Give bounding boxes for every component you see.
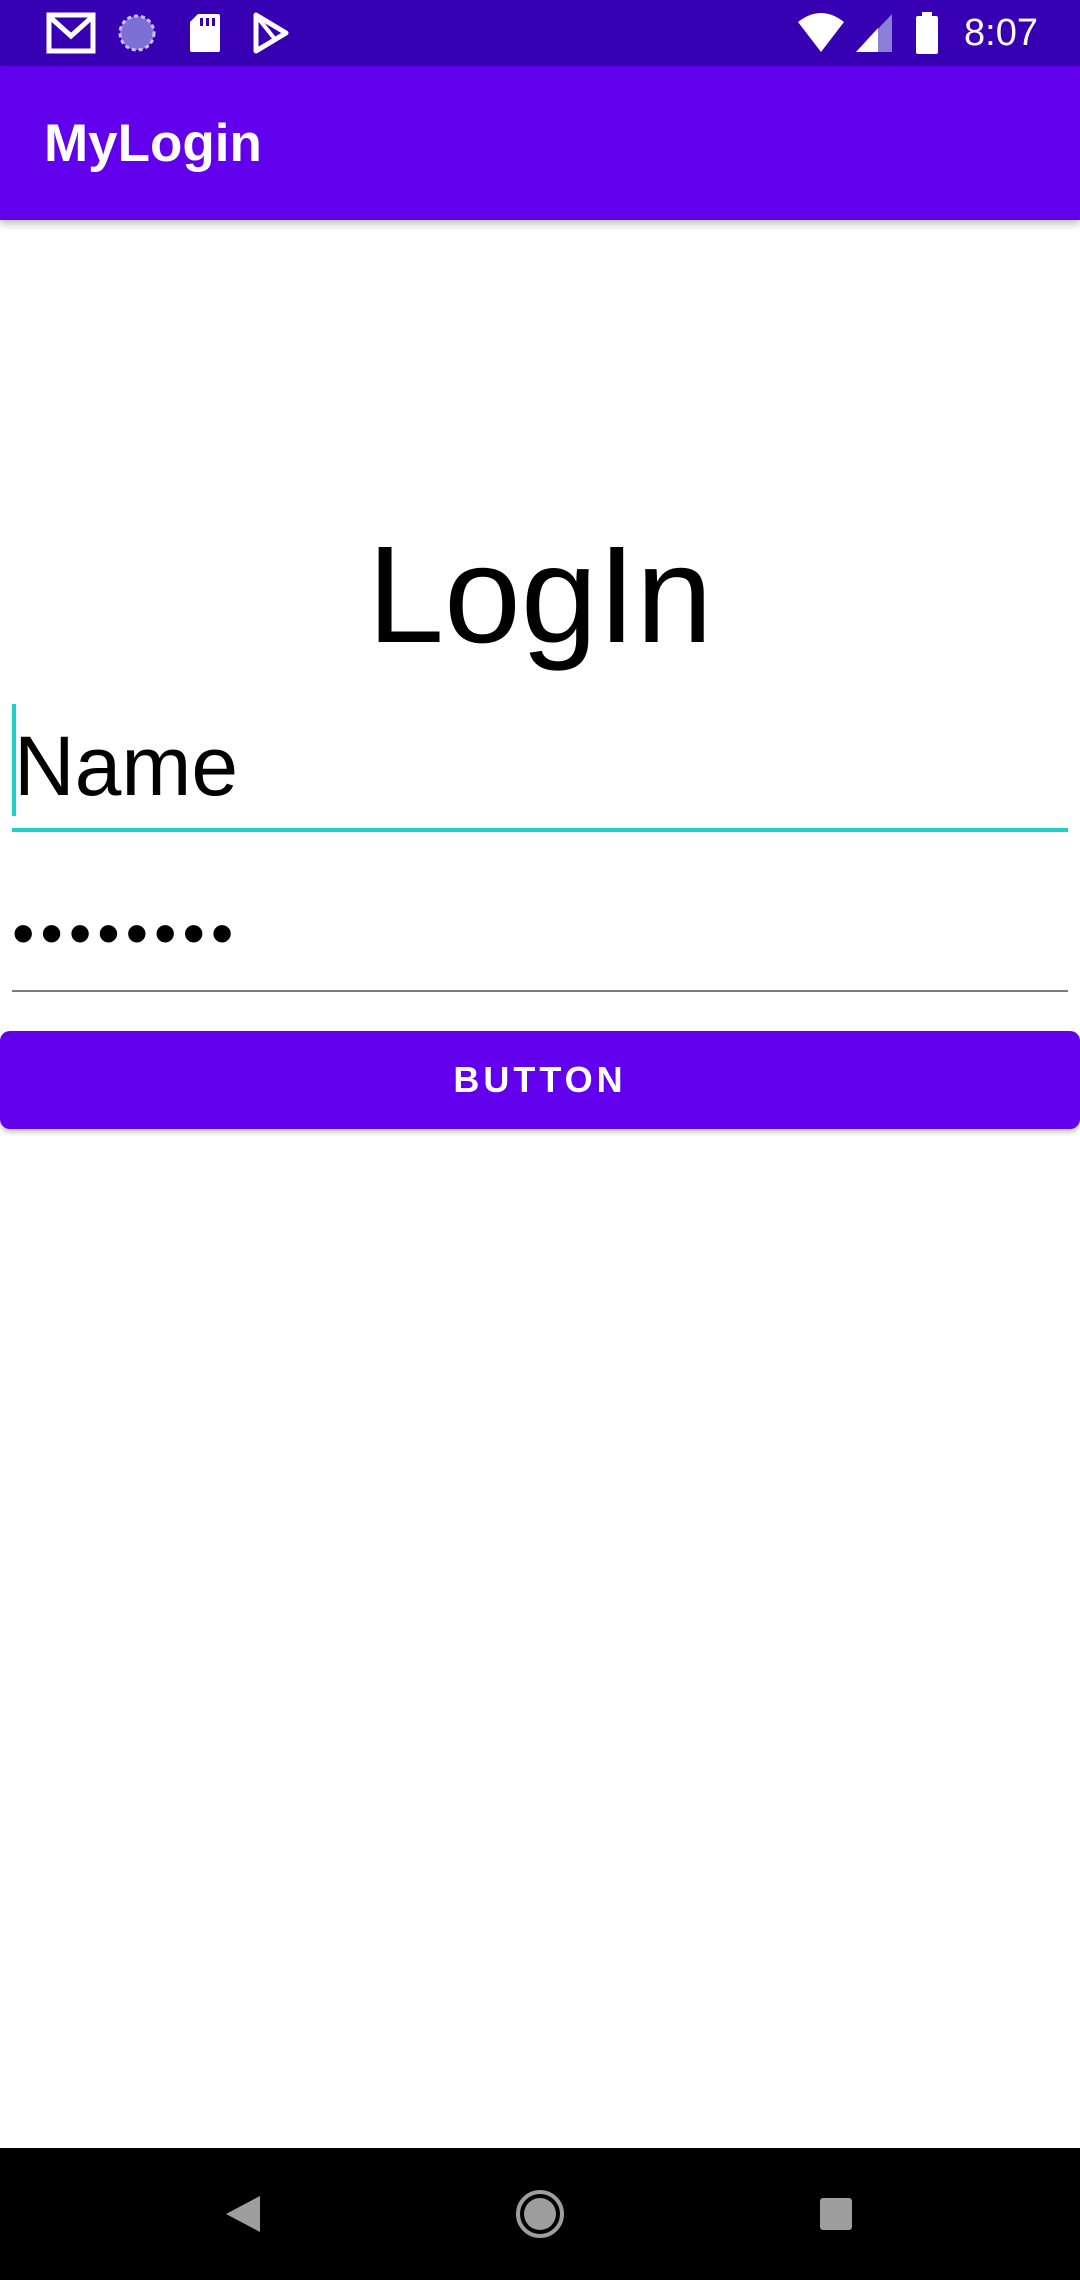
name-input-value: Name: [14, 719, 239, 813]
navigation-bar: [0, 2148, 1080, 2280]
app-title: MyLogin: [44, 114, 262, 173]
status-time: 8:07: [964, 12, 1038, 54]
login-heading: LogIn: [367, 518, 713, 672]
recents-icon[interactable]: [806, 2184, 866, 2244]
status-bar: 8:07: [0, 0, 1080, 66]
cellular-signal-icon: [856, 14, 892, 52]
wifi-icon: [798, 13, 844, 52]
sync-icon: [118, 14, 156, 52]
submit-button[interactable]: BUTTON: [0, 1031, 1080, 1129]
name-input[interactable]: Name: [12, 700, 1068, 832]
app-bar: MyLogin: [0, 66, 1080, 220]
play-store-icon: [253, 12, 289, 54]
battery-icon: [916, 12, 938, 54]
gmail-icon: [46, 12, 96, 54]
back-icon[interactable]: [212, 2184, 272, 2244]
home-icon[interactable]: [510, 2184, 570, 2244]
password-input-value: ••••••••: [12, 897, 240, 969]
password-input[interactable]: ••••••••: [12, 880, 1068, 992]
sd-card-icon: [190, 14, 220, 52]
